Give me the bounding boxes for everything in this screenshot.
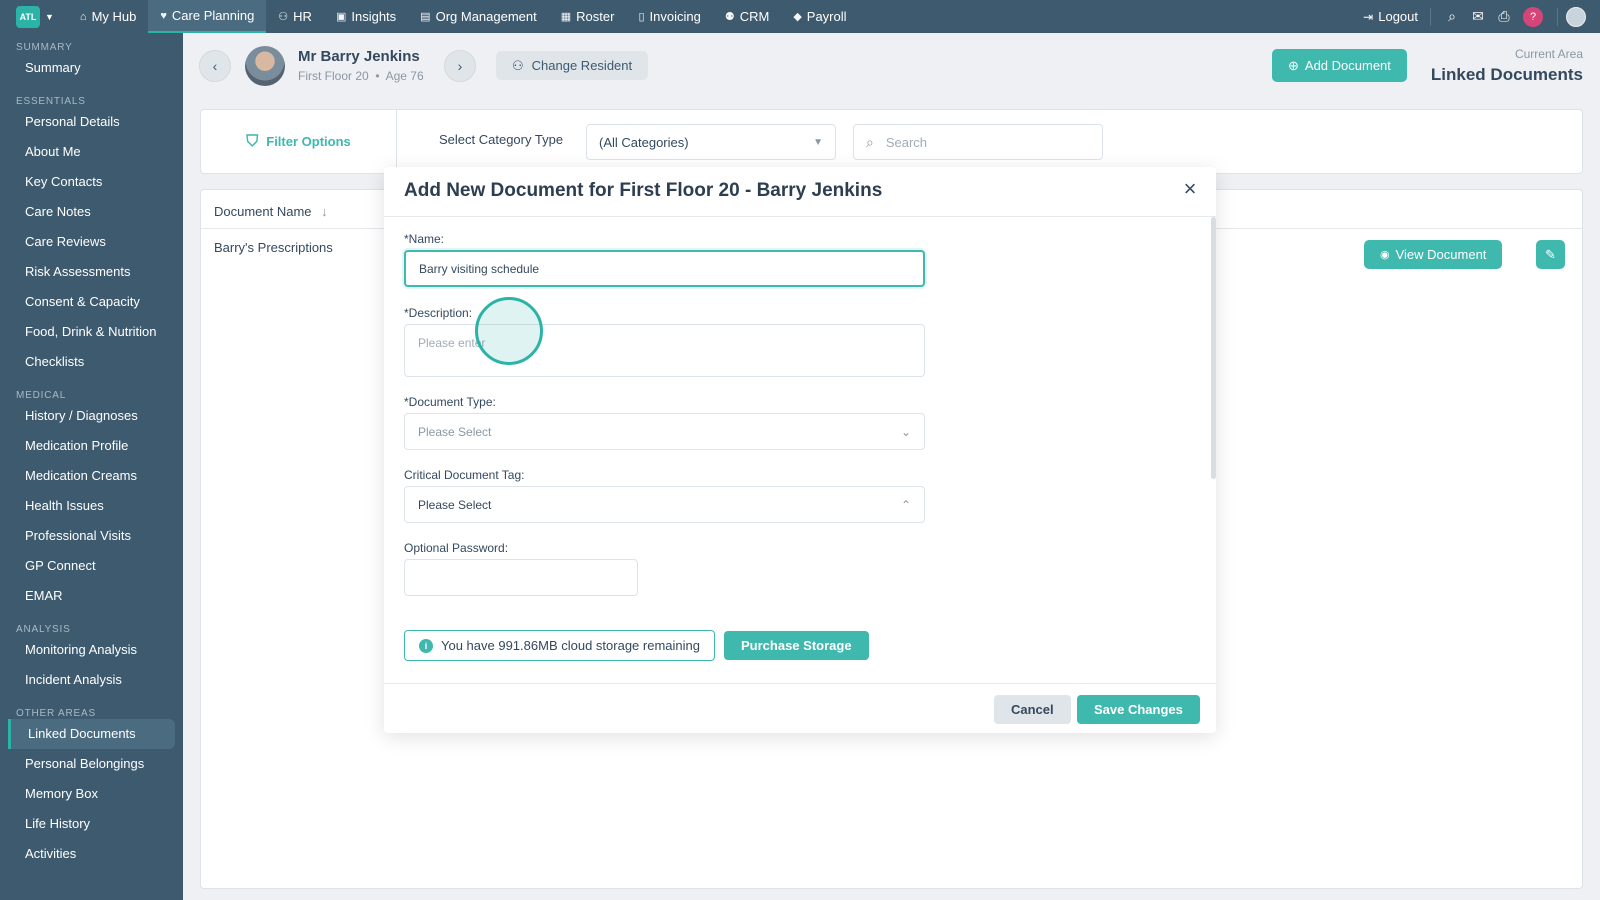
critical-tag-value: Please Select: [418, 497, 492, 512]
storage-text: You have 991.86MB cloud storage remainin…: [441, 638, 700, 653]
close-icon[interactable]: ×: [1178, 177, 1202, 201]
info-icon: i: [419, 638, 433, 653]
modal-header: Add New Document for First Floor 20 - Ba…: [384, 167, 1216, 217]
document-type-value: Please Select: [418, 424, 492, 439]
modal-title: Add New Document for First Floor 20 - Ba…: [404, 180, 883, 201]
document-type-label: *Document Type:: [404, 395, 496, 409]
document-type-select[interactable]: Please Select ⌄: [404, 413, 925, 450]
name-label: *Name:: [404, 232, 445, 246]
modal-body: *Name: Barry visiting schedule *Descript…: [384, 217, 1216, 683]
critical-tag-select[interactable]: Please Select ⌃: [404, 486, 925, 523]
add-document-modal: Add New Document for First Floor 20 - Ba…: [384, 167, 1216, 733]
purchase-storage-button[interactable]: Purchase Storage: [724, 631, 869, 660]
password-input[interactable]: [404, 559, 638, 596]
name-input[interactable]: Barry visiting schedule: [404, 250, 925, 287]
click-indicator: [475, 297, 543, 365]
chevron-down-icon: ⌄: [900, 424, 911, 439]
critical-tag-label: Critical Document Tag:: [404, 468, 525, 482]
modal-footer: Cancel Save Changes: [384, 683, 1216, 733]
password-label: Optional Password:: [404, 541, 509, 555]
storage-info: i You have 991.86MB cloud storage remain…: [404, 630, 715, 661]
save-changes-button[interactable]: Save Changes: [1077, 695, 1200, 724]
description-label: *Description:: [404, 306, 473, 320]
chevron-up-icon: ⌃: [900, 497, 911, 512]
cancel-button[interactable]: Cancel: [994, 695, 1071, 724]
modal-scrollbar[interactable]: [1211, 217, 1216, 479]
name-value: Barry visiting schedule: [419, 261, 540, 276]
